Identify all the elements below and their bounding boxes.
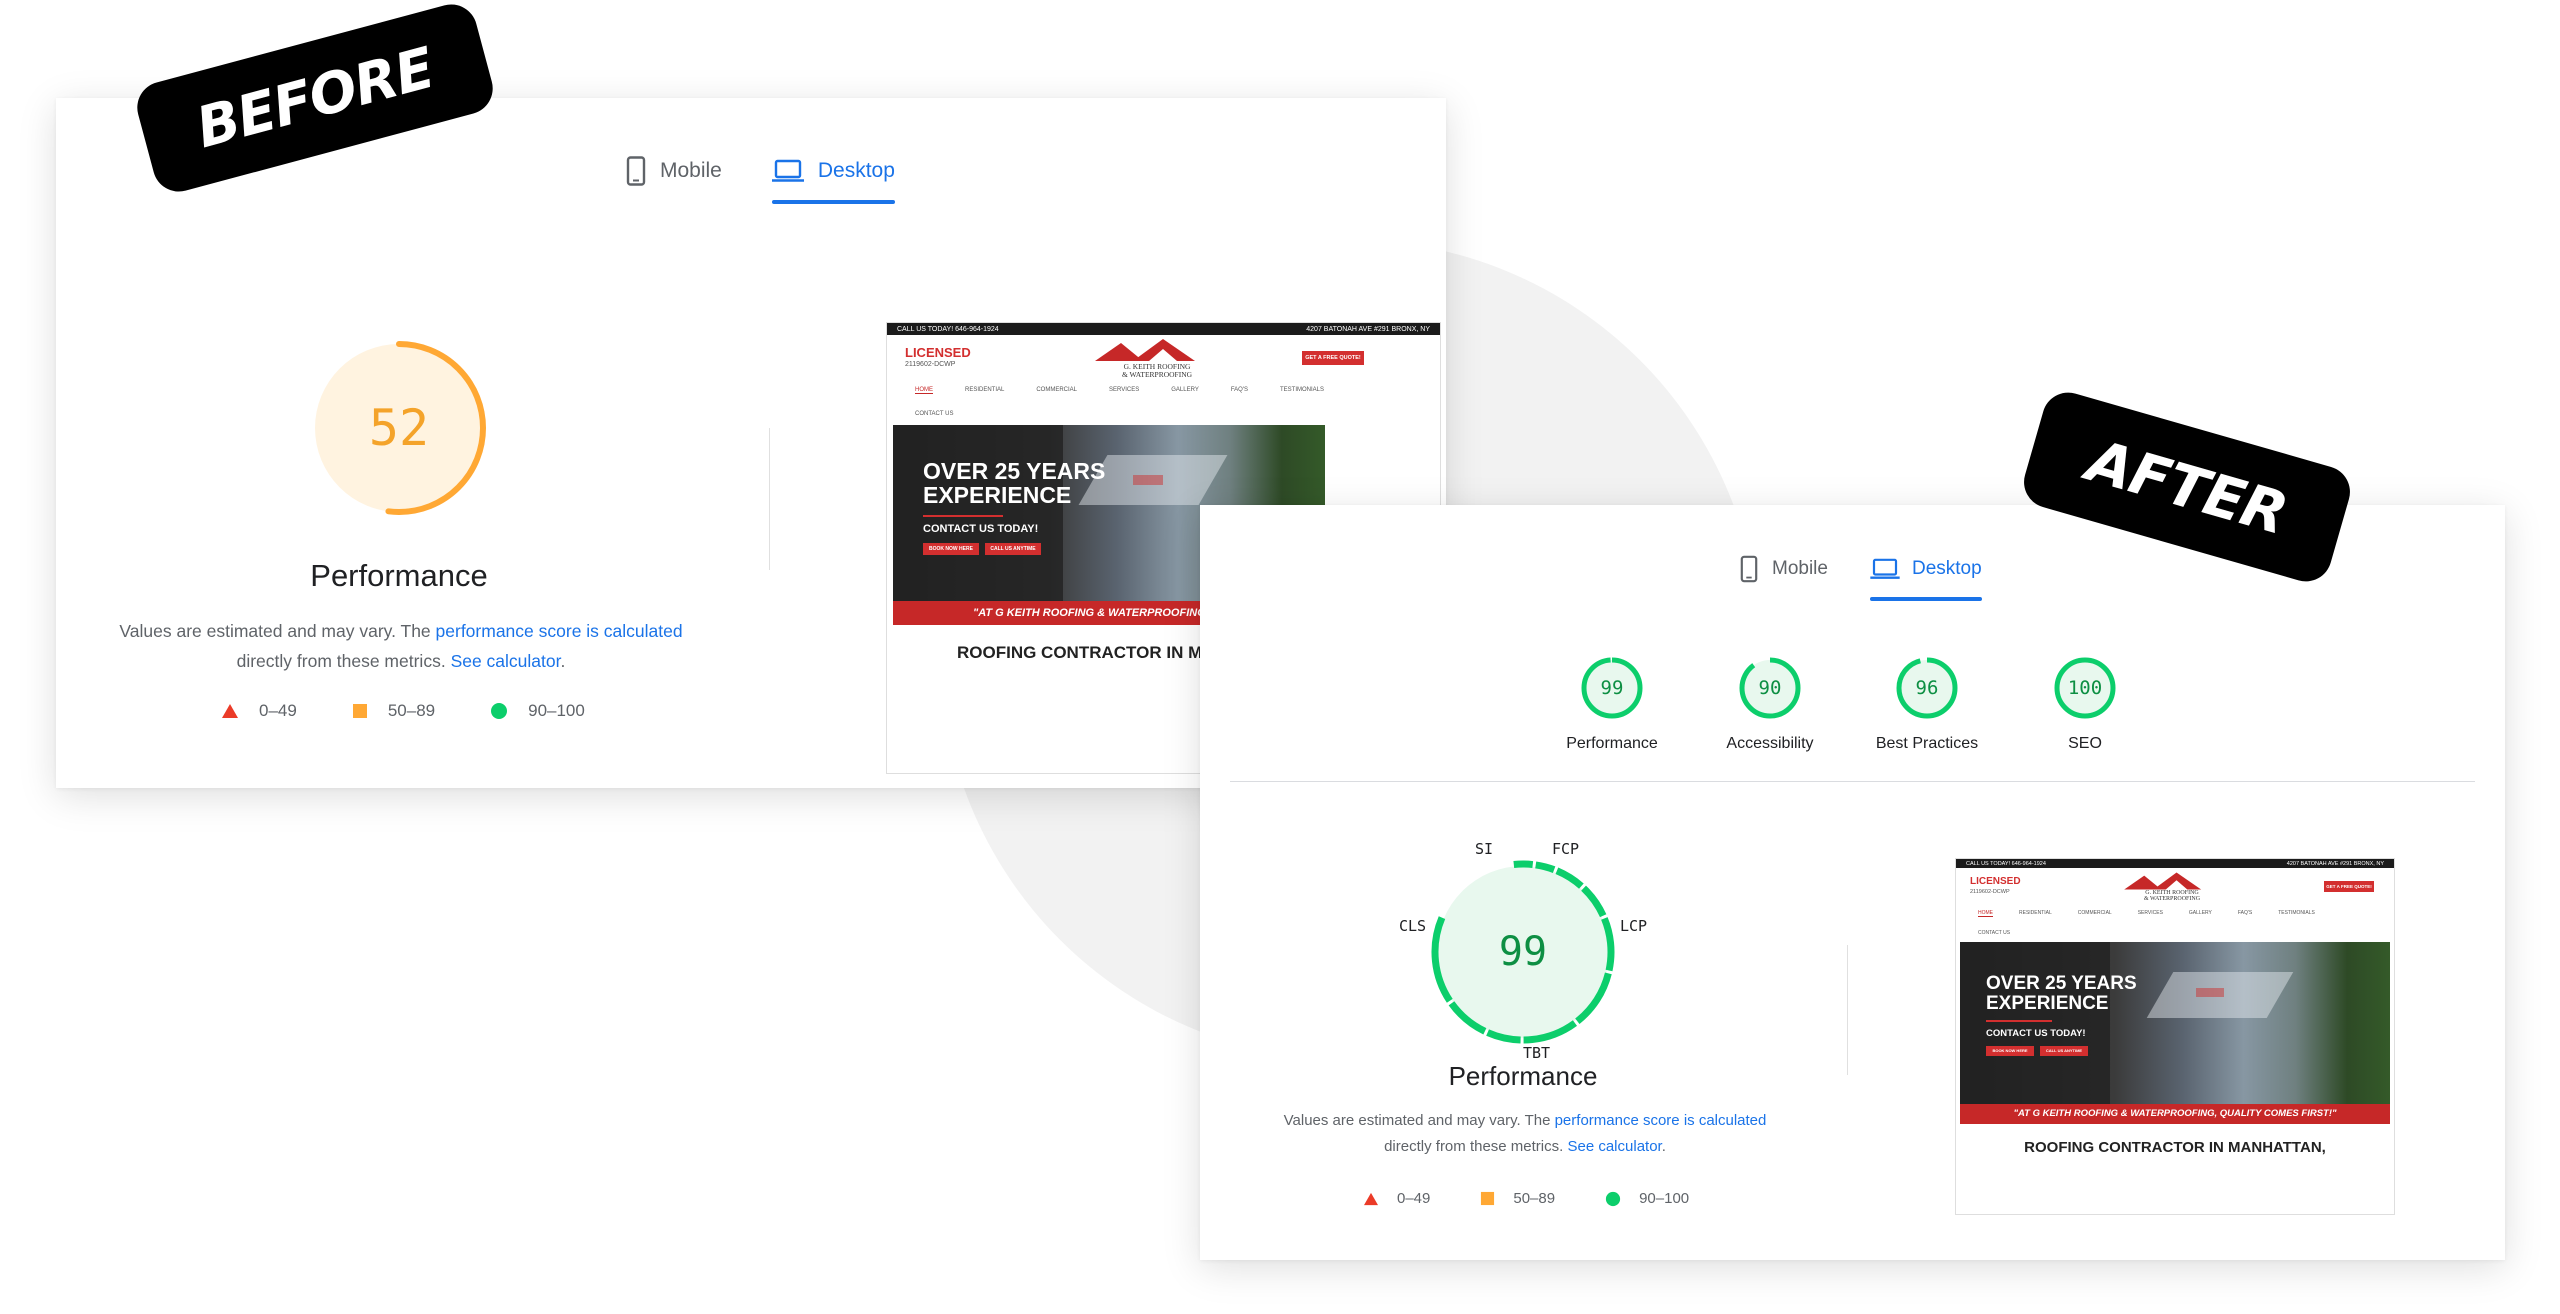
legend-fail: 0–49 <box>1363 1190 1430 1207</box>
score-seo[interactable]: 100 SEO <box>2020 655 2150 753</box>
score-ring: 99 <box>1579 655 1645 721</box>
thumb-nav: HOME RESIDENTIAL COMMERCIAL SERVICES GAL… <box>1978 910 2315 917</box>
thumb-nav: HOME RESIDENTIAL COMMERCIAL SERVICES GAL… <box>915 387 1324 394</box>
device-tabs: Mobile Desktop <box>626 156 945 204</box>
thumb-book-button: BOOK NOW HERE <box>923 543 979 555</box>
thumb-quote-button: GET A FREE QUOTE! <box>2324 881 2374 892</box>
thumb-hero-title: OVER 25 YEARS EXPERIENCE <box>1986 973 2137 1014</box>
website-screenshot: CALL US TODAY! 646-964-1924 4207 BATONAH… <box>1955 858 2395 1215</box>
thumb-nav-contact: CONTACT US <box>915 411 954 417</box>
device-tabs: Mobile Desktop <box>1740 555 2024 601</box>
performance-score-link[interactable]: performance score is calculated <box>436 621 683 641</box>
section-divider <box>1230 781 2475 782</box>
performance-gauge: 99 <box>1428 857 1618 1047</box>
legend-pass: 90–100 <box>1605 1190 1689 1207</box>
performance-score: 52 <box>368 399 430 457</box>
performance-gauge: 52 <box>309 338 489 518</box>
legend-fail: 0–49 <box>221 701 297 721</box>
performance-score: 99 <box>1498 929 1548 975</box>
tab-mobile-label: Mobile <box>660 159 722 182</box>
metric-label-tbt: TBT <box>1523 1044 1551 1062</box>
thumb-quote-banner: "AT G KEITH ROOFING & WATERPROOFING, QUA… <box>1960 1104 2390 1124</box>
score-performance[interactable]: 99 Performance <box>1547 655 1677 753</box>
thumb-licensed: LICENSED <box>1970 876 2021 887</box>
score-ring: 90 <box>1737 655 1803 721</box>
thumb-call-button: CALL US ANYTIME <box>985 543 1041 555</box>
metric-label-fcp: FCP <box>1552 840 1580 858</box>
section-divider-vertical <box>1847 945 1848 1075</box>
score-ring: 100 <box>2052 655 2118 721</box>
tab-mobile-label: Mobile <box>1772 558 1828 579</box>
triangle-icon <box>222 704 238 718</box>
thumb-logo-text: G. KEITH ROOFING & WATERPROOFING <box>2143 890 2201 902</box>
score-legend: 0–49 50–89 90–100 <box>221 701 585 721</box>
performance-score-link[interactable]: performance score is calculated <box>1555 1112 1767 1129</box>
roof-logo-icon <box>2124 872 2202 890</box>
thumb-license-number: 2119602-DCWP <box>1970 889 2010 895</box>
thumb-hero-contact: CONTACT US TODAY! <box>923 523 1039 535</box>
thumb-quote-button: GET A FREE QUOTE! <box>1302 351 1364 365</box>
tab-desktop[interactable]: Desktop <box>1869 555 1982 601</box>
metric-label-cls: CLS <box>1399 917 1427 935</box>
tab-desktop[interactable]: Desktop <box>771 156 895 204</box>
roof-logo-icon <box>1095 339 1195 361</box>
circle-icon <box>491 703 508 719</box>
tab-desktop-label: Desktop <box>1911 558 1982 579</box>
thumb-caption: ROOFING CONTRACTOR IN MANHATTAN, <box>2024 1139 2326 1156</box>
thumb-call-button: CALL US ANYTIME <box>2040 1046 2088 1056</box>
metric-label-lcp: LCP <box>1620 917 1648 935</box>
score-legend: 0–49 50–89 90–100 <box>1363 1190 1689 1207</box>
phone-icon <box>626 156 646 186</box>
legend-average: 50–89 <box>1480 1190 1555 1207</box>
thumb-book-button: BOOK NOW HERE <box>1986 1046 2034 1056</box>
phone-icon <box>1740 555 1758 583</box>
circle-icon <box>1605 1191 1621 1206</box>
see-calculator-link[interactable]: See calculator <box>451 651 561 671</box>
see-calculator-link[interactable]: See calculator <box>1567 1138 1661 1155</box>
after-report-card: Mobile Desktop 99 Performance 90 Accessi… <box>1200 505 2505 1260</box>
score-ring: 96 <box>1894 655 1960 721</box>
score-description: Values are estimated and may vary. The p… <box>1283 1112 1767 1155</box>
laptop-icon <box>771 159 804 182</box>
legend-average: 50–89 <box>352 701 435 721</box>
thumb-logo-text: G. KEITH ROOFING & WATERPROOFING <box>1121 362 1193 379</box>
metric-label-si: SI <box>1475 840 1494 858</box>
legend-pass: 90–100 <box>490 701 585 721</box>
section-divider <box>769 428 770 570</box>
square-icon <box>352 704 367 718</box>
thumb-topbar: CALL US TODAY! 646-964-1924 4207 BATONAH… <box>1956 859 2394 868</box>
thumb-hero-contact: CONTACT US TODAY! <box>1986 1028 2086 1039</box>
performance-title: Performance <box>1448 1061 1598 1091</box>
tab-mobile[interactable]: Mobile <box>1740 555 1828 583</box>
thumb-hero-title: OVER 25 YEARS EXPERIENCE <box>923 458 1106 509</box>
tab-desktop-label: Desktop <box>817 159 895 182</box>
score-description: Values are estimated and may vary. The p… <box>119 621 683 671</box>
performance-title: Performance <box>310 558 488 593</box>
score-accessibility[interactable]: 90 Accessibility <box>1705 655 1835 753</box>
tab-mobile[interactable]: Mobile <box>626 156 722 186</box>
thumb-license-number: 2119602-DCWP <box>905 361 956 368</box>
thumb-hero-image: OVER 25 YEARS EXPERIENCE CONTACT US TODA… <box>1960 942 2390 1122</box>
square-icon <box>1481 1191 1495 1206</box>
laptop-icon <box>1870 558 1900 579</box>
thumb-licensed: LICENSED <box>905 345 971 360</box>
triangle-icon <box>1364 1192 1378 1205</box>
score-best-practices[interactable]: 96 Best Practices <box>1862 655 1992 753</box>
thumb-topbar: CALL US TODAY! 646-964-1924 4207 BATONAH… <box>887 323 1440 335</box>
thumb-nav-contact: CONTACT US <box>1978 930 2011 936</box>
